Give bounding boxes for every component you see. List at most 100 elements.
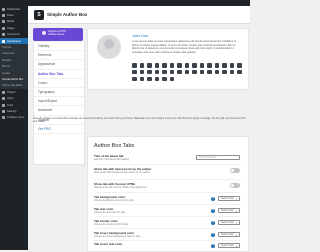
bitbucket-icon[interactable]	[169, 76, 174, 82]
skype-icon[interactable]	[139, 69, 144, 75]
collapse-menu[interactable]: Collapse menu	[0, 115, 28, 121]
divider	[94, 192, 242, 193]
author-bio: Lorem ipsum dolor sit amet consectetur a…	[132, 40, 237, 54]
help-icon[interactable]: ?	[211, 243, 215, 248]
plugins-icon	[2, 90, 5, 94]
setting-row: Tab hover background color Choose the ho…	[94, 231, 242, 238]
twitter-icon[interactable]	[139, 63, 144, 68]
subnav-advanced[interactable]: Advanced	[34, 106, 84, 116]
rss-icon[interactable]	[177, 69, 182, 75]
telegram-icon[interactable]	[162, 69, 167, 75]
avatar	[97, 35, 121, 59]
help-icon[interactable]: ?	[211, 220, 215, 225]
flickr-icon[interactable]	[207, 63, 212, 68]
divider	[94, 204, 242, 205]
media-icon	[2, 20, 5, 24]
chevron-down-icon: ▾	[236, 221, 238, 225]
whatsapp-icon[interactable]	[154, 69, 159, 75]
gitlab-icon[interactable]	[162, 76, 167, 82]
yelp-icon[interactable]	[222, 69, 227, 75]
facebook-icon[interactable]	[132, 63, 137, 68]
instagram-icon[interactable]	[154, 63, 159, 68]
badge-icon	[42, 31, 46, 36]
setting-row: Show tab with latest posts by the author…	[94, 167, 242, 174]
plugin-header: S Simple Author Box	[28, 6, 250, 24]
custom-html-toggle[interactable]	[230, 183, 240, 188]
subnav-author-box-tabs[interactable]: Author Box Tabs	[34, 70, 84, 79]
website-icon[interactable]	[192, 69, 197, 75]
settings-subnav: Visibility Elements Appearance Author Bo…	[33, 42, 85, 165]
github-icon[interactable]	[177, 63, 182, 68]
pages-icon	[2, 26, 5, 30]
subnav-elements[interactable]: Elements	[34, 51, 84, 61]
chevron-down-icon: ▾	[236, 197, 238, 201]
tabs-settings-panel: Author Box Tabs Title of the about tab A…	[87, 136, 249, 252]
plugin-logo: S	[34, 9, 44, 20]
latest-posts-toggle[interactable]	[230, 168, 240, 173]
collapse-icon	[2, 116, 5, 120]
pinterest-icon[interactable]	[162, 63, 167, 68]
appearance-icon	[2, 39, 5, 43]
tab-text-color-select[interactable]: Select Color ▾	[218, 208, 240, 213]
subnav-appearance[interactable]: Appearance	[34, 60, 84, 70]
subnav-colors[interactable]: Colors	[34, 79, 84, 88]
dashboard-icon	[2, 7, 5, 11]
twitch-icon[interactable]	[132, 69, 137, 75]
divider	[94, 179, 242, 180]
help-icon[interactable]: ?	[211, 196, 215, 201]
author-box-preview: John Doe Lorem ipsum dolor sit amet cons…	[87, 28, 249, 90]
subnav-visibility[interactable]: Visibility	[34, 42, 84, 52]
tools-icon	[2, 103, 5, 107]
tumblr-icon[interactable]	[192, 63, 197, 68]
mastodon-icon[interactable]	[132, 76, 137, 82]
font-color-note: Note: By default, our Author Box will ta…	[33, 117, 246, 124]
stackoverflow-icon[interactable]	[199, 69, 204, 75]
divider	[94, 164, 242, 165]
setting-row: Show tab with Custom HTML Display a tab …	[94, 182, 242, 189]
slack-icon[interactable]	[147, 69, 152, 75]
about-tab-title-input[interactable]: About the Author	[196, 155, 240, 160]
settings-icon	[2, 109, 5, 113]
quora-icon[interactable]	[147, 76, 152, 82]
tiktok-icon[interactable]	[237, 69, 242, 75]
vimeo-icon[interactable]	[199, 63, 204, 68]
plugin-title: Simple Author Box	[47, 12, 88, 17]
linkedin-icon[interactable]	[147, 63, 152, 68]
appearance-submenu: Themes Customize Widgets Menus Header Si…	[0, 44, 28, 90]
tab-bg-color-select[interactable]: Select Color ▾	[218, 196, 240, 201]
vk-icon[interactable]	[207, 69, 212, 75]
behance-icon[interactable]	[222, 63, 227, 68]
xing-icon[interactable]	[214, 69, 219, 75]
help-icon[interactable]: ?	[211, 208, 215, 213]
social-icons	[132, 63, 244, 82]
soundcloud-icon[interactable]	[229, 63, 234, 68]
help-icon[interactable]: ?	[211, 232, 215, 237]
snapchat-icon[interactable]	[229, 69, 234, 75]
tab-hover-text-color-select[interactable]: Select Color ▾	[218, 243, 240, 248]
email-icon[interactable]	[184, 69, 189, 75]
setting-row: Tab background color Choose background c…	[94, 195, 242, 202]
subnav-get-pro[interactable]: Get PRO	[34, 125, 84, 134]
medium-icon[interactable]	[169, 69, 174, 75]
subnav-import-export[interactable]: Import/Export	[34, 97, 84, 107]
chevron-down-icon: ▾	[236, 233, 238, 237]
setting-row: Title of the about tab Add text in the a…	[94, 154, 242, 161]
tab-hover-bg-color-select[interactable]: Select Color ▾	[218, 232, 240, 237]
divider	[94, 216, 242, 217]
youtube-icon[interactable]	[169, 63, 174, 68]
setting-row: Tab hover text color ? Select Color ▾	[94, 242, 242, 248]
wp-admin-menu: Dashboard Posts Media Pages Comments App…	[0, 6, 28, 250]
reddit-icon[interactable]	[184, 63, 189, 68]
chevron-down-icon: ▾	[236, 244, 238, 248]
author-name[interactable]: John Doe	[132, 34, 148, 38]
users-icon	[2, 97, 5, 101]
discord-icon[interactable]	[139, 76, 144, 82]
setting-row: Tab border color Choose the border color…	[94, 219, 242, 226]
subnav-typography[interactable]: Typography	[34, 88, 84, 98]
tab-border-color-select[interactable]: Select Color ▾	[218, 220, 240, 225]
license-box[interactable]: Upgrade to PRO Lifetime license	[33, 28, 83, 41]
section-title: Author Box Tabs	[94, 143, 135, 149]
codepen-icon[interactable]	[154, 76, 159, 82]
spotify-icon[interactable]	[237, 63, 242, 68]
dribbble-icon[interactable]	[214, 63, 219, 68]
